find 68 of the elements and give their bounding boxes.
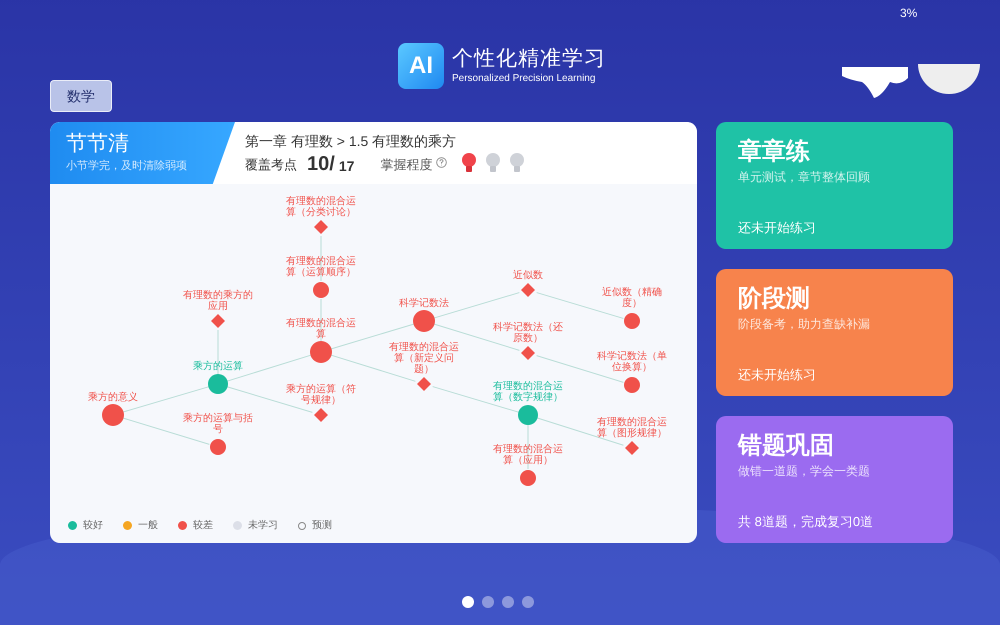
knowledge-node[interactable] xyxy=(518,405,538,425)
tab-subtitle: 小节学完，及时清除弱项 xyxy=(66,158,187,174)
knowledge-node[interactable] xyxy=(102,404,124,426)
legend-label: 较好 xyxy=(83,518,103,533)
node-label: 科学记数法（单位换算） xyxy=(596,351,668,373)
knowledge-node-diamond[interactable] xyxy=(211,314,225,328)
connector-line xyxy=(320,236,322,282)
card-title: 阶段测 xyxy=(738,284,811,314)
practice-card[interactable]: 章章练 单元测试，章节整体回顾 还未开始练习 xyxy=(716,122,953,249)
legend-label: 预测 xyxy=(312,518,332,533)
coverage-count: 10/ xyxy=(307,152,335,176)
cloud-shape xyxy=(840,64,910,100)
node-label: 有理数的混合运算（运算顺序） xyxy=(285,256,357,278)
connector-line xyxy=(320,298,322,344)
knowledge-node-diamond[interactable] xyxy=(625,441,639,455)
help-icon[interactable] xyxy=(436,157,448,168)
knowledge-node[interactable] xyxy=(210,439,226,455)
node-label: 科学记数法（还原数） xyxy=(492,322,564,344)
section-tab[interactable]: 节节清 小节学完，及时清除弱项 xyxy=(50,122,235,184)
node-label: 有理数的混合运算 xyxy=(285,318,357,340)
node-label: 有理数的混合运算（数字规律） xyxy=(492,381,564,403)
node-label: 有理数的混合运算（新定义问题） xyxy=(388,342,460,375)
app-title: 个性化精准学习 xyxy=(452,46,606,72)
knowledge-node-diamond[interactable] xyxy=(314,408,328,422)
node-label: 近似数 xyxy=(512,270,544,281)
card-subtitle: 单元测试，章节整体回顾 xyxy=(738,169,871,186)
app-subtitle: Personalized Precision Learning xyxy=(452,72,596,86)
card-subtitle: 阶段备考，助力查缺补漏 xyxy=(738,316,871,333)
practice-card[interactable]: 错题巩固 做错一道题，学会一类题 共 8道题，完成复习0道 xyxy=(716,416,953,543)
node-label: 乘方的运算（符号规律） xyxy=(285,384,357,406)
node-label: 乘方的运算与括号 xyxy=(182,413,254,435)
card-status: 还未开始练习 xyxy=(738,366,817,384)
knowledge-node[interactable] xyxy=(624,377,640,393)
knowledge-node-diamond[interactable] xyxy=(417,377,431,391)
practice-card[interactable]: 阶段测 阶段备考，助力查缺补漏 还未开始练习 xyxy=(716,269,953,396)
card-title: 错题巩固 xyxy=(738,431,835,461)
legend-label: 未学习 xyxy=(248,518,278,533)
subject-button[interactable]: 数学 xyxy=(50,80,112,112)
knowledge-node[interactable] xyxy=(313,282,329,298)
knowledge-node-diamond[interactable] xyxy=(521,283,535,297)
node-label: 近似数（精确度） xyxy=(601,287,663,309)
knowledge-node[interactable] xyxy=(208,374,228,394)
battery-percent: 3% xyxy=(900,5,918,22)
legend-label: 一般 xyxy=(138,519,158,533)
logo-icon: AI xyxy=(398,43,444,89)
card-status: 共 8道题，完成复习0道 xyxy=(738,513,874,531)
knowledge-node-diamond[interactable] xyxy=(314,220,328,234)
card-title: 章章练 xyxy=(738,137,811,167)
node-label: 有理数的乘方的应用 xyxy=(182,290,254,312)
mastery-label: 掌握程度 xyxy=(380,156,432,174)
knowledge-node[interactable] xyxy=(520,470,536,486)
node-label: 有理数的混合运算（图形规律） xyxy=(596,417,668,439)
node-label: 乘方的运算 xyxy=(192,361,244,372)
node-label: 有理数的混合运算（应用） xyxy=(492,444,564,466)
coverage-total: 17 xyxy=(338,157,354,176)
node-label: 科学记数法 xyxy=(398,298,450,309)
card-status: 还未开始练习 xyxy=(738,219,817,237)
tab-title: 节节清 xyxy=(66,131,129,157)
node-label: 有理数的混合运算（分类讨论） xyxy=(285,196,357,218)
node-label: 乘方的意义 xyxy=(87,392,139,403)
breadcrumb: 第一章 有理数 > 1.5 有理数的乘方 xyxy=(245,132,458,151)
legend-label: 较差 xyxy=(193,518,213,533)
coverage-label: 覆盖考点 xyxy=(245,156,297,174)
knowledge-node[interactable] xyxy=(310,341,332,363)
knowledge-node[interactable] xyxy=(624,313,640,329)
knowledge-node-diamond[interactable] xyxy=(521,346,535,360)
card-subtitle: 做错一道题，学会一类题 xyxy=(738,463,871,480)
knowledge-node[interactable] xyxy=(413,310,435,332)
